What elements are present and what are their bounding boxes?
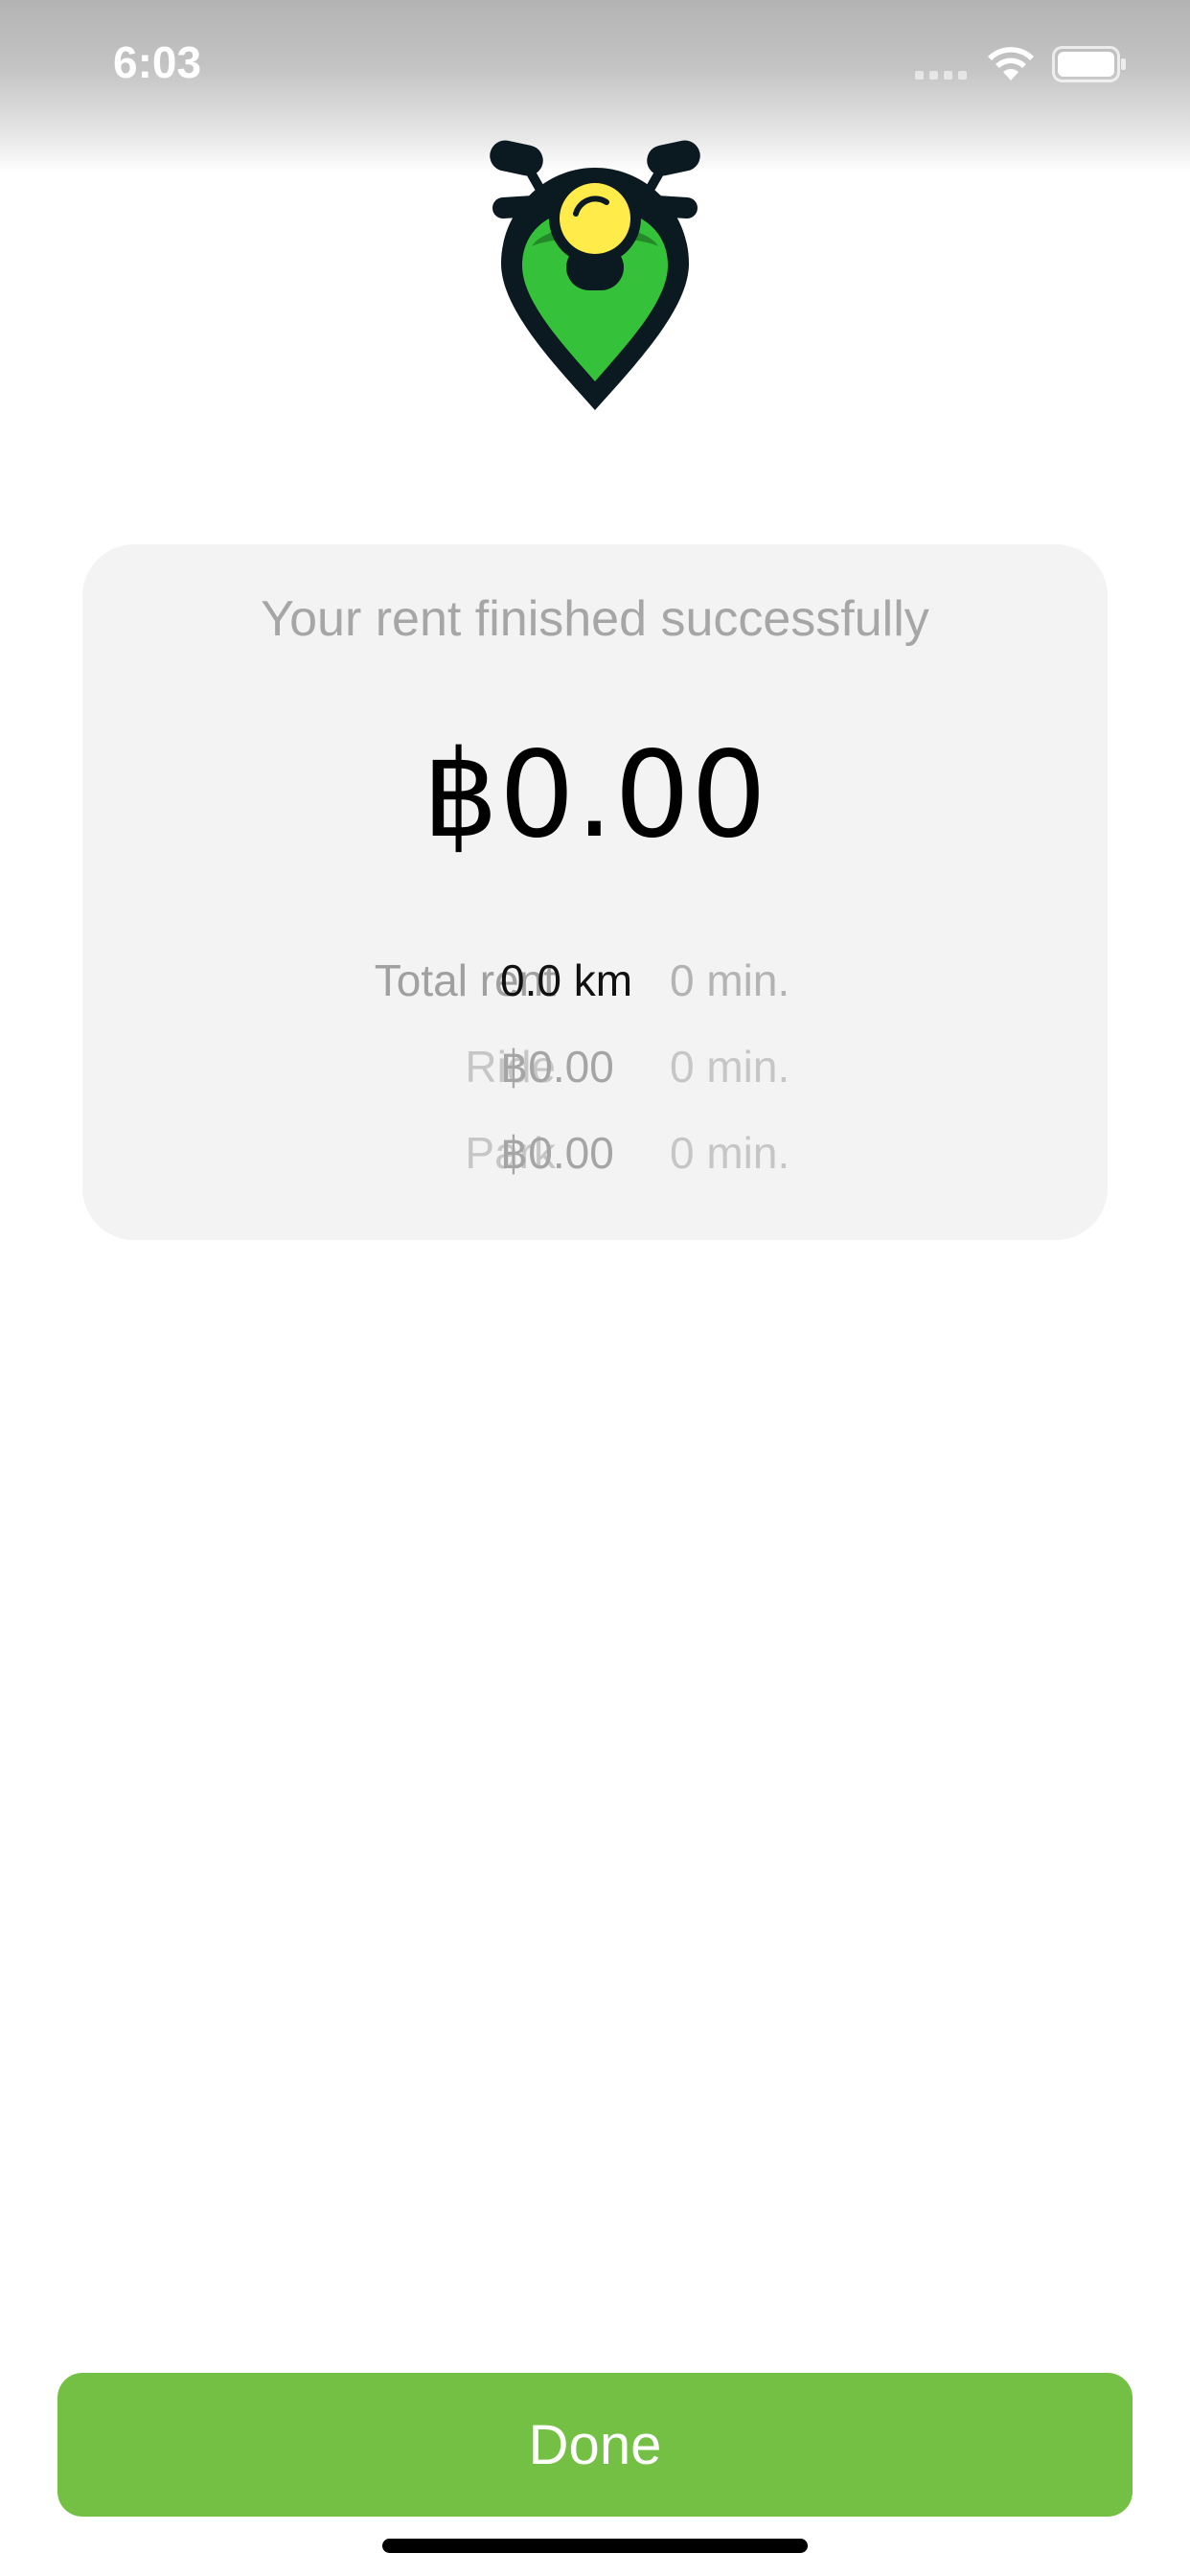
park-row: Park ฿0.00 0 min. [82, 1127, 1108, 1194]
total-rent-time: 0 min. [670, 955, 790, 1005]
rent-summary-card: Your rent finished successfully ฿0.00 To… [82, 544, 1108, 1240]
rent-finished-title: Your rent finished successfully [261, 591, 929, 647]
cellular-signal-icon [915, 71, 967, 80]
ride-cost: ฿0.00 [500, 1042, 614, 1092]
total-rent-distance: 0.0 km [500, 955, 633, 1005]
total-rent-row: Total rent 0.0 km 0 min. [82, 954, 1108, 1022]
total-amount: ฿0.00 [423, 726, 767, 864]
park-time: 0 min. [670, 1128, 790, 1178]
home-indicator[interactable] [382, 2539, 808, 2553]
ride-row: Ride ฿0.00 0 min. [82, 1041, 1108, 1108]
wifi-icon [988, 47, 1034, 80]
done-button[interactable]: Done [57, 2373, 1133, 2517]
ride-time: 0 min. [670, 1042, 790, 1092]
battery-icon [1052, 46, 1126, 82]
scooter-pin-logo-icon [490, 140, 700, 410]
status-time: 6:03 [113, 37, 202, 87]
park-cost: ฿0.00 [500, 1128, 614, 1178]
